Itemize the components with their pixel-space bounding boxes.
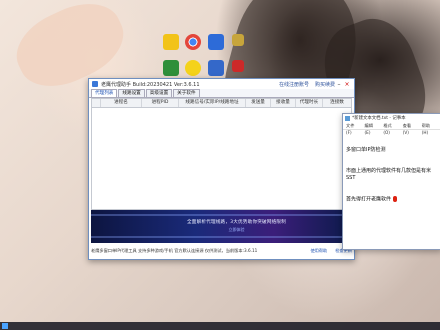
status-text: 老鹰多窗口单IP代理工具 支持多种游戏/手机 官方默认连接源 仅供测试，当前版本… xyxy=(91,248,258,253)
start-button[interactable] xyxy=(2,323,8,329)
ad-banner[interactable]: 全面解析代理线路，3大优势助你突破网络限制 立即体验 xyxy=(91,210,352,243)
app-icon-7[interactable] xyxy=(208,60,224,76)
taskbar xyxy=(0,322,440,330)
app-logo-icon xyxy=(92,81,98,87)
notepad-menu: 文件(F) 编辑(E) 格式(O) 查看(V) 帮助(H) xyxy=(343,122,440,135)
register-link[interactable]: 在线注册账号 xyxy=(279,81,309,88)
tab-line-settings[interactable]: 线路设置 xyxy=(118,89,145,97)
notepad-icon xyxy=(345,115,350,121)
tab-about[interactable]: 关于软件 xyxy=(173,89,200,97)
app-icon-8[interactable] xyxy=(232,60,244,72)
close-icon[interactable]: × xyxy=(343,81,351,88)
tab-advanced-settings[interactable]: 高级设置 xyxy=(145,89,173,97)
tab-proxy-list[interactable]: 代理列表 xyxy=(91,89,118,97)
notepad-titlebar: *新建文本文档.txt - 记事本 xyxy=(343,114,440,122)
help-link[interactable]: 使用帮助 xyxy=(310,248,327,254)
app-icon-4[interactable] xyxy=(232,34,244,46)
app-icon-1[interactable] xyxy=(163,34,179,50)
notepad-text-area[interactable]: 多窗口单IP防检测 市面上通用的代理软件有几款但是有米SST 首先得打开老鹰软件 xyxy=(343,130,440,221)
proxy-app-window: 老鹰代理助手 Build:20230421 Ver:3.6.11 在线注册账号 … xyxy=(88,78,355,260)
status-bar: 老鹰多窗口单IP代理工具 支持多种游戏/手机 官方默认连接源 仅供测试，当前版本… xyxy=(91,246,352,256)
banner-subtext: 立即体验 xyxy=(228,227,245,232)
notepad-line: 市面上通用的代理软件有几款但是有米SST xyxy=(346,168,432,181)
app-icon-5[interactable] xyxy=(163,60,179,76)
col-sent[interactable]: 发送量 xyxy=(246,99,271,107)
menu-view[interactable]: 查看(V) xyxy=(403,122,417,135)
menu-help[interactable]: 帮助(H) xyxy=(422,122,436,135)
process-table[interactable]: 进程名 进程PID 线路信号/实际IP/线路地址 发送量 接收量 代理时长 连接… xyxy=(91,98,352,210)
notepad-line: 多窗口单IP防检测 xyxy=(346,147,386,153)
app-icon-6[interactable] xyxy=(185,60,201,76)
table-header: 进程名 进程PID 线路信号/实际IP/线路地址 发送量 接收量 代理时长 连接… xyxy=(92,99,351,108)
buy-link[interactable]: 购买续费 xyxy=(315,81,335,88)
text-cursor xyxy=(392,196,397,202)
col-received[interactable]: 接收量 xyxy=(271,99,296,107)
app-titlebar: 老鹰代理助手 Build:20230421 Ver:3.6.11 在线注册账号 … xyxy=(89,79,354,89)
banner-text: 全面解析代理线路，3大优势助你突破网络限制 xyxy=(187,220,286,225)
chrome-icon[interactable] xyxy=(185,34,201,50)
menu-file[interactable]: 文件(F) xyxy=(346,122,360,135)
col-process-name[interactable]: 进程名 xyxy=(101,99,142,107)
notepad-window: *新建文本文档.txt - 记事本 文件(F) 编辑(E) 格式(O) 查看(V… xyxy=(342,113,440,250)
app-tabs: 代理列表 线路设置 高级设置 关于软件 xyxy=(89,89,354,98)
app-title: 老鹰代理助手 Build:20230421 Ver:3.6.11 xyxy=(101,81,200,88)
menu-format[interactable]: 格式(O) xyxy=(383,122,397,135)
col-duration[interactable]: 代理时长 xyxy=(296,99,323,107)
notepad-title: *新建文本文档.txt - 记事本 xyxy=(352,116,406,121)
col-line-info[interactable]: 线路信号/实际IP/线路地址 xyxy=(179,99,246,107)
app-icon-3[interactable] xyxy=(208,34,224,50)
col-checkbox[interactable] xyxy=(92,99,101,107)
menu-edit[interactable]: 编辑(E) xyxy=(365,122,379,135)
notepad-line: 首先得打开老鹰软件 xyxy=(346,196,438,204)
col-process-pid[interactable]: 进程PID xyxy=(142,99,179,107)
col-connections[interactable]: 连接数 xyxy=(323,99,351,107)
minimize-icon[interactable]: – xyxy=(335,81,343,88)
